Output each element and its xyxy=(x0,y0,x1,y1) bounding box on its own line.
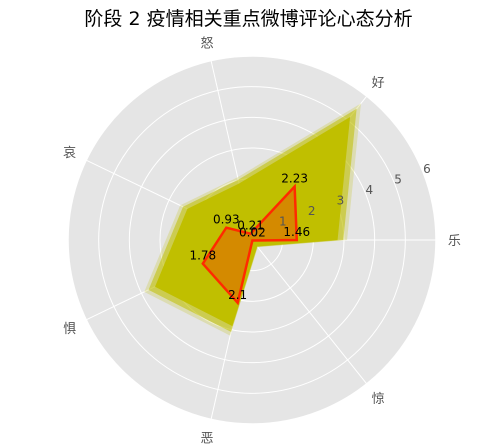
data-label: 1.46 xyxy=(283,225,310,239)
category-label: 怒 xyxy=(200,37,213,52)
r-tick-label: 4 xyxy=(365,183,373,197)
r-tick-label: 5 xyxy=(394,173,402,187)
data-label: 2.23 xyxy=(281,172,308,186)
category-label: 好 xyxy=(372,76,385,91)
radar-chart: 0123456乐好怒哀惧恶惊1.462.230.210.931.782.10.0… xyxy=(63,37,461,447)
category-label: 惧 xyxy=(63,321,76,337)
data-label: 1.78 xyxy=(189,249,216,263)
r-tick-label: 3 xyxy=(337,194,345,208)
r-tick-label: 2 xyxy=(308,204,316,218)
category-label: 哀 xyxy=(63,146,76,161)
data-label: 0.02 xyxy=(239,225,266,239)
category-label: 惊 xyxy=(372,392,385,407)
category-label: 恶 xyxy=(200,431,213,446)
data-label: 0.93 xyxy=(213,213,240,227)
r-tick-label: 6 xyxy=(423,162,431,176)
data-label: 2.1 xyxy=(228,288,247,302)
category-label: 乐 xyxy=(448,234,461,249)
